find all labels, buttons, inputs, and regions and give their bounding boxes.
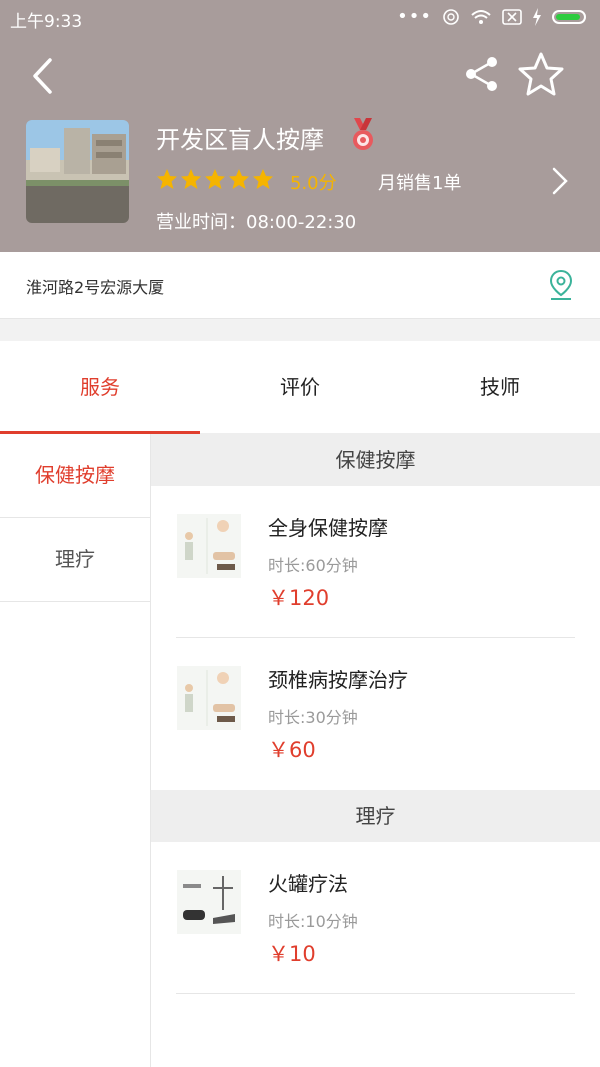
service-duration: 时长:10分钟: [268, 912, 358, 931]
category-sidebar: 保健按摩 理疗: [0, 434, 151, 1067]
service-price: ￥60: [268, 738, 316, 762]
tab-reviews[interactable]: 评价: [200, 341, 400, 433]
rating-star-icon: [205, 169, 225, 189]
tab-bar: 服务 评价 技师: [0, 341, 600, 434]
service-item[interactable]: 颈椎病按摩治疗 时长:30分钟 ￥60: [151, 638, 600, 790]
more-dots-icon: •••: [397, 6, 432, 27]
section-header: 理疗: [151, 790, 600, 842]
battery-icon: [552, 10, 586, 24]
service-name: 颈椎病按摩治疗: [268, 668, 408, 692]
tab-services[interactable]: 服务: [0, 341, 200, 433]
sidebar-item-therapy[interactable]: 理疗: [0, 518, 150, 602]
service-thumbnail: [177, 666, 241, 730]
shop-photo: [26, 120, 129, 223]
alarm-icon: [443, 9, 459, 25]
share-button[interactable]: [462, 54, 502, 94]
service-thumbnail: [177, 870, 241, 934]
shop-name: 开发区盲人按摩: [156, 126, 324, 154]
status-icons: •••: [397, 6, 586, 28]
service-duration: 时长:30分钟: [268, 708, 358, 727]
shop-detail-arrow-icon[interactable]: [550, 166, 570, 196]
business-hours: 营业时间：08:00-22:30: [156, 212, 357, 233]
status-bar: 上午9:33 •••: [0, 0, 600, 36]
service-price: ￥120: [268, 586, 330, 610]
rating-star-icon: [229, 169, 249, 189]
rating-star-icon: [181, 169, 201, 189]
service-name: 火罐疗法: [268, 872, 348, 896]
charging-icon: [533, 8, 541, 26]
service-thumbnail: [177, 514, 241, 578]
favorite-star-button[interactable]: [516, 50, 566, 100]
address-bar[interactable]: 淮河路2号宏源大厦: [0, 252, 600, 319]
service-item[interactable]: 火罐疗法 时长:10分钟 ￥10: [151, 842, 600, 994]
section-header: 保健按摩: [151, 434, 600, 486]
rating-score: 5.0分: [290, 173, 337, 194]
service-item[interactable]: 全身保健按摩 时长:60分钟 ￥120: [151, 486, 600, 638]
service-price: ￥10: [268, 942, 316, 966]
row-divider: [176, 993, 575, 994]
status-time: 上午9:33: [10, 12, 83, 32]
medal-icon: [353, 118, 373, 150]
sidebar-item-health-massage[interactable]: 保健按摩: [0, 434, 150, 518]
shop-header: 上午9:33 ••• 开发区盲人按摩 5.0分 月销售1单 营业时间：08:00…: [0, 0, 600, 252]
rating-star-icon: [253, 169, 273, 189]
service-name: 全身保健按摩: [268, 516, 388, 540]
service-duration: 时长:60分钟: [268, 556, 358, 575]
wifi-icon: [471, 10, 491, 24]
tab-technicians[interactable]: 技师: [400, 341, 600, 433]
location-pin-icon[interactable]: [548, 269, 574, 301]
rating-stars: [156, 168, 274, 190]
sim-off-icon: [502, 9, 522, 25]
monthly-sales: 月销售1单: [378, 173, 462, 194]
back-button[interactable]: [30, 56, 56, 96]
service-list: 保健按摩 全身保健按摩 时长:60分钟 ￥120 颈椎病按摩治疗 时长:30分钟…: [151, 434, 600, 1067]
address-text: 淮河路2号宏源大厦: [26, 278, 165, 297]
divider-strip: [0, 319, 600, 341]
rating-star-icon: [157, 169, 177, 189]
